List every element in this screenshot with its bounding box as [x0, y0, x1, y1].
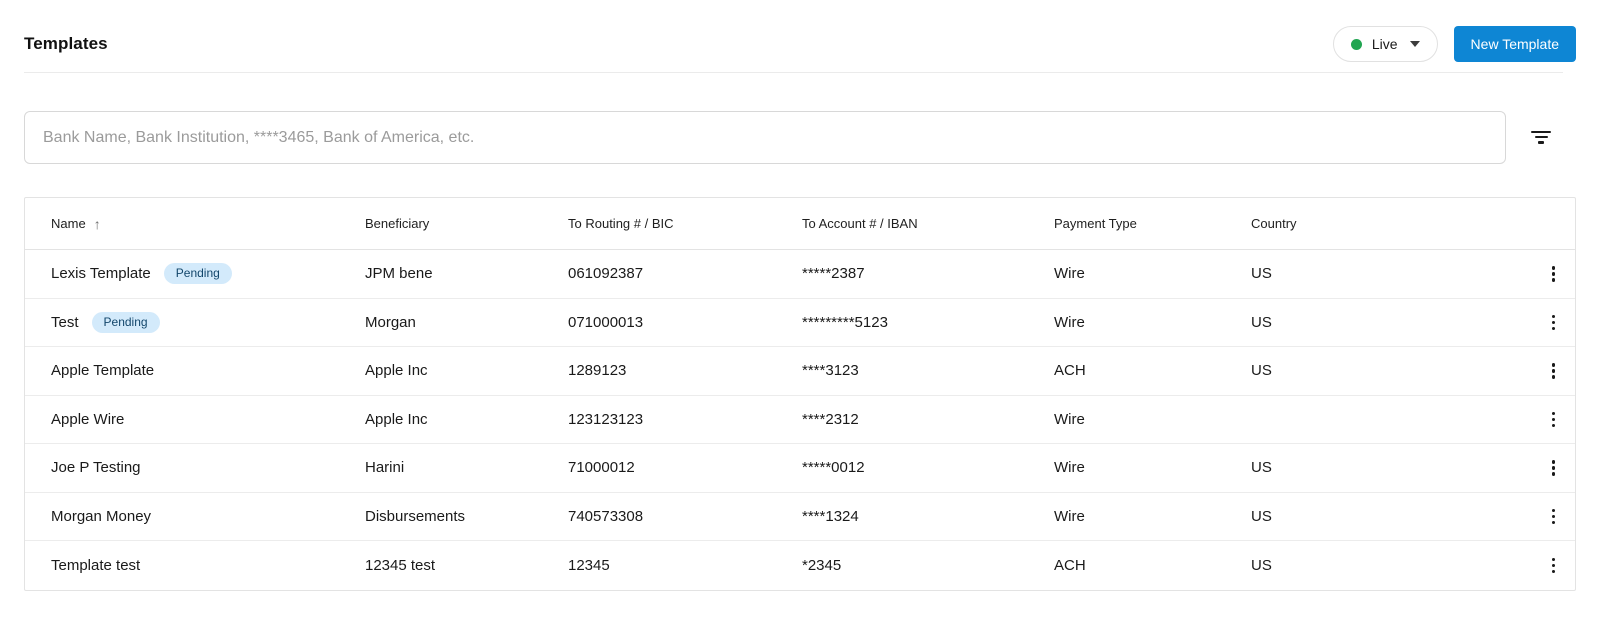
header-actions: Live New Template [1332, 26, 1576, 62]
row-menu-kebab-button[interactable] [1542, 260, 1566, 288]
account-cell: *2345 [802, 556, 842, 574]
routing-cell: 12345 [568, 556, 610, 574]
table-row[interactable]: Template test 12345 test 12345 *2345 ACH… [25, 541, 1575, 590]
page-title: Templates [24, 34, 108, 53]
country-cell: US [1251, 556, 1272, 574]
beneficiary-cell: Morgan [365, 313, 416, 331]
account-cell: ****2312 [802, 410, 859, 428]
beneficiary-cell: Apple Inc [365, 362, 428, 380]
routing-cell: 1289123 [568, 362, 627, 380]
table-row[interactable]: Morgan Money Disbursements 740573308 ***… [25, 493, 1575, 541]
routing-cell: 061092387 [568, 265, 644, 283]
kebab-icon [1551, 314, 1555, 318]
table-row[interactable]: Apple Template Apple Inc 1289123 ****312… [25, 347, 1575, 396]
payment-type-cell: Wire [1054, 265, 1085, 283]
table-row[interactable]: Lexis Template Pending JPM bene 06109238… [25, 250, 1575, 299]
payment-type-cell: ACH [1054, 556, 1086, 574]
template-name: Lexis Template [51, 265, 151, 283]
payment-type-cell: Wire [1054, 313, 1085, 331]
template-name: Apple Template [51, 362, 155, 380]
template-name: Test [51, 313, 79, 331]
country-cell: US [1251, 507, 1272, 525]
kebab-icon [1551, 460, 1555, 464]
row-menu-kebab-button[interactable] [1542, 357, 1566, 385]
page-header: Templates Live New Template [0, 0, 1600, 72]
template-name: Joe P Testing [51, 459, 141, 477]
table-row[interactable]: Joe P Testing Harini 71000012 *****0012 … [25, 444, 1575, 493]
beneficiary-cell: 12345 test [365, 556, 436, 574]
environment-dropdown[interactable]: Live [1332, 26, 1438, 62]
sort-ascending-icon: ↑ [93, 215, 101, 232]
account-cell: *****2387 [802, 265, 865, 283]
account-cell: ****3123 [802, 362, 859, 380]
kebab-icon [1551, 266, 1555, 270]
new-template-button[interactable]: New Template [1453, 26, 1576, 62]
payment-type-cell: Wire [1054, 410, 1085, 428]
row-menu-kebab-button[interactable] [1542, 454, 1566, 482]
routing-cell: 071000013 [568, 313, 644, 331]
country-cell: US [1251, 313, 1272, 331]
payment-type-cell: ACH [1054, 362, 1086, 380]
row-menu-kebab-button[interactable] [1542, 503, 1566, 531]
country-cell: US [1251, 265, 1272, 283]
beneficiary-cell: Disbursements [365, 507, 466, 525]
beneficiary-cell: Harini [365, 459, 405, 477]
kebab-icon [1551, 508, 1555, 512]
country-cell: US [1251, 459, 1272, 477]
status-badge: Pending [163, 263, 232, 285]
account-cell: *********5123 [802, 313, 888, 331]
column-header-payment-type[interactable]: Payment Type [1054, 216, 1251, 231]
routing-cell: 71000012 [568, 459, 635, 477]
routing-cell: 740573308 [568, 507, 644, 525]
live-status-dot-icon [1350, 38, 1362, 50]
header-divider [24, 72, 1563, 73]
column-header-name[interactable]: Name ↑ [25, 216, 365, 232]
column-header-beneficiary[interactable]: Beneficiary [365, 216, 568, 231]
account-cell: *****0012 [802, 459, 865, 477]
row-menu-kebab-button[interactable] [1542, 309, 1566, 337]
table-row[interactable]: Test Pending Morgan 071000013 *********5… [25, 299, 1575, 347]
row-menu-kebab-button[interactable] [1542, 552, 1566, 580]
payment-type-cell: Wire [1054, 507, 1085, 525]
template-name: Apple Wire [51, 410, 125, 428]
chevron-down-icon [1409, 41, 1420, 47]
table-row[interactable]: Apple Wire Apple Inc 123123123 ****2312 … [25, 396, 1575, 444]
search-section [24, 111, 1554, 164]
filter-button[interactable] [1528, 125, 1554, 151]
kebab-icon [1551, 557, 1555, 561]
table-body: Lexis Template Pending JPM bene 06109238… [25, 250, 1575, 590]
routing-cell: 123123123 [568, 410, 644, 428]
beneficiary-cell: Apple Inc [365, 410, 428, 428]
kebab-icon [1551, 411, 1555, 415]
account-cell: ****1324 [802, 507, 859, 525]
table-header-row: Name ↑ Beneficiary To Routing # / BIC To… [25, 198, 1575, 250]
status-badge: Pending [91, 311, 160, 333]
country-cell: US [1251, 362, 1272, 380]
column-header-country[interactable]: Country [1251, 216, 1476, 231]
templates-table: Name ↑ Beneficiary To Routing # / BIC To… [24, 197, 1576, 591]
column-header-routing[interactable]: To Routing # / BIC [568, 216, 802, 231]
kebab-icon [1551, 363, 1555, 367]
environment-label: Live [1371, 36, 1398, 52]
payment-type-cell: Wire [1054, 459, 1085, 477]
filter-icon [1531, 131, 1551, 133]
row-menu-kebab-button[interactable] [1542, 406, 1566, 434]
template-name: Morgan Money [51, 507, 152, 525]
beneficiary-cell: JPM bene [365, 265, 433, 283]
column-header-account[interactable]: To Account # / IBAN [802, 216, 1054, 231]
search-input[interactable] [24, 111, 1506, 164]
template-name: Template test [51, 556, 141, 574]
